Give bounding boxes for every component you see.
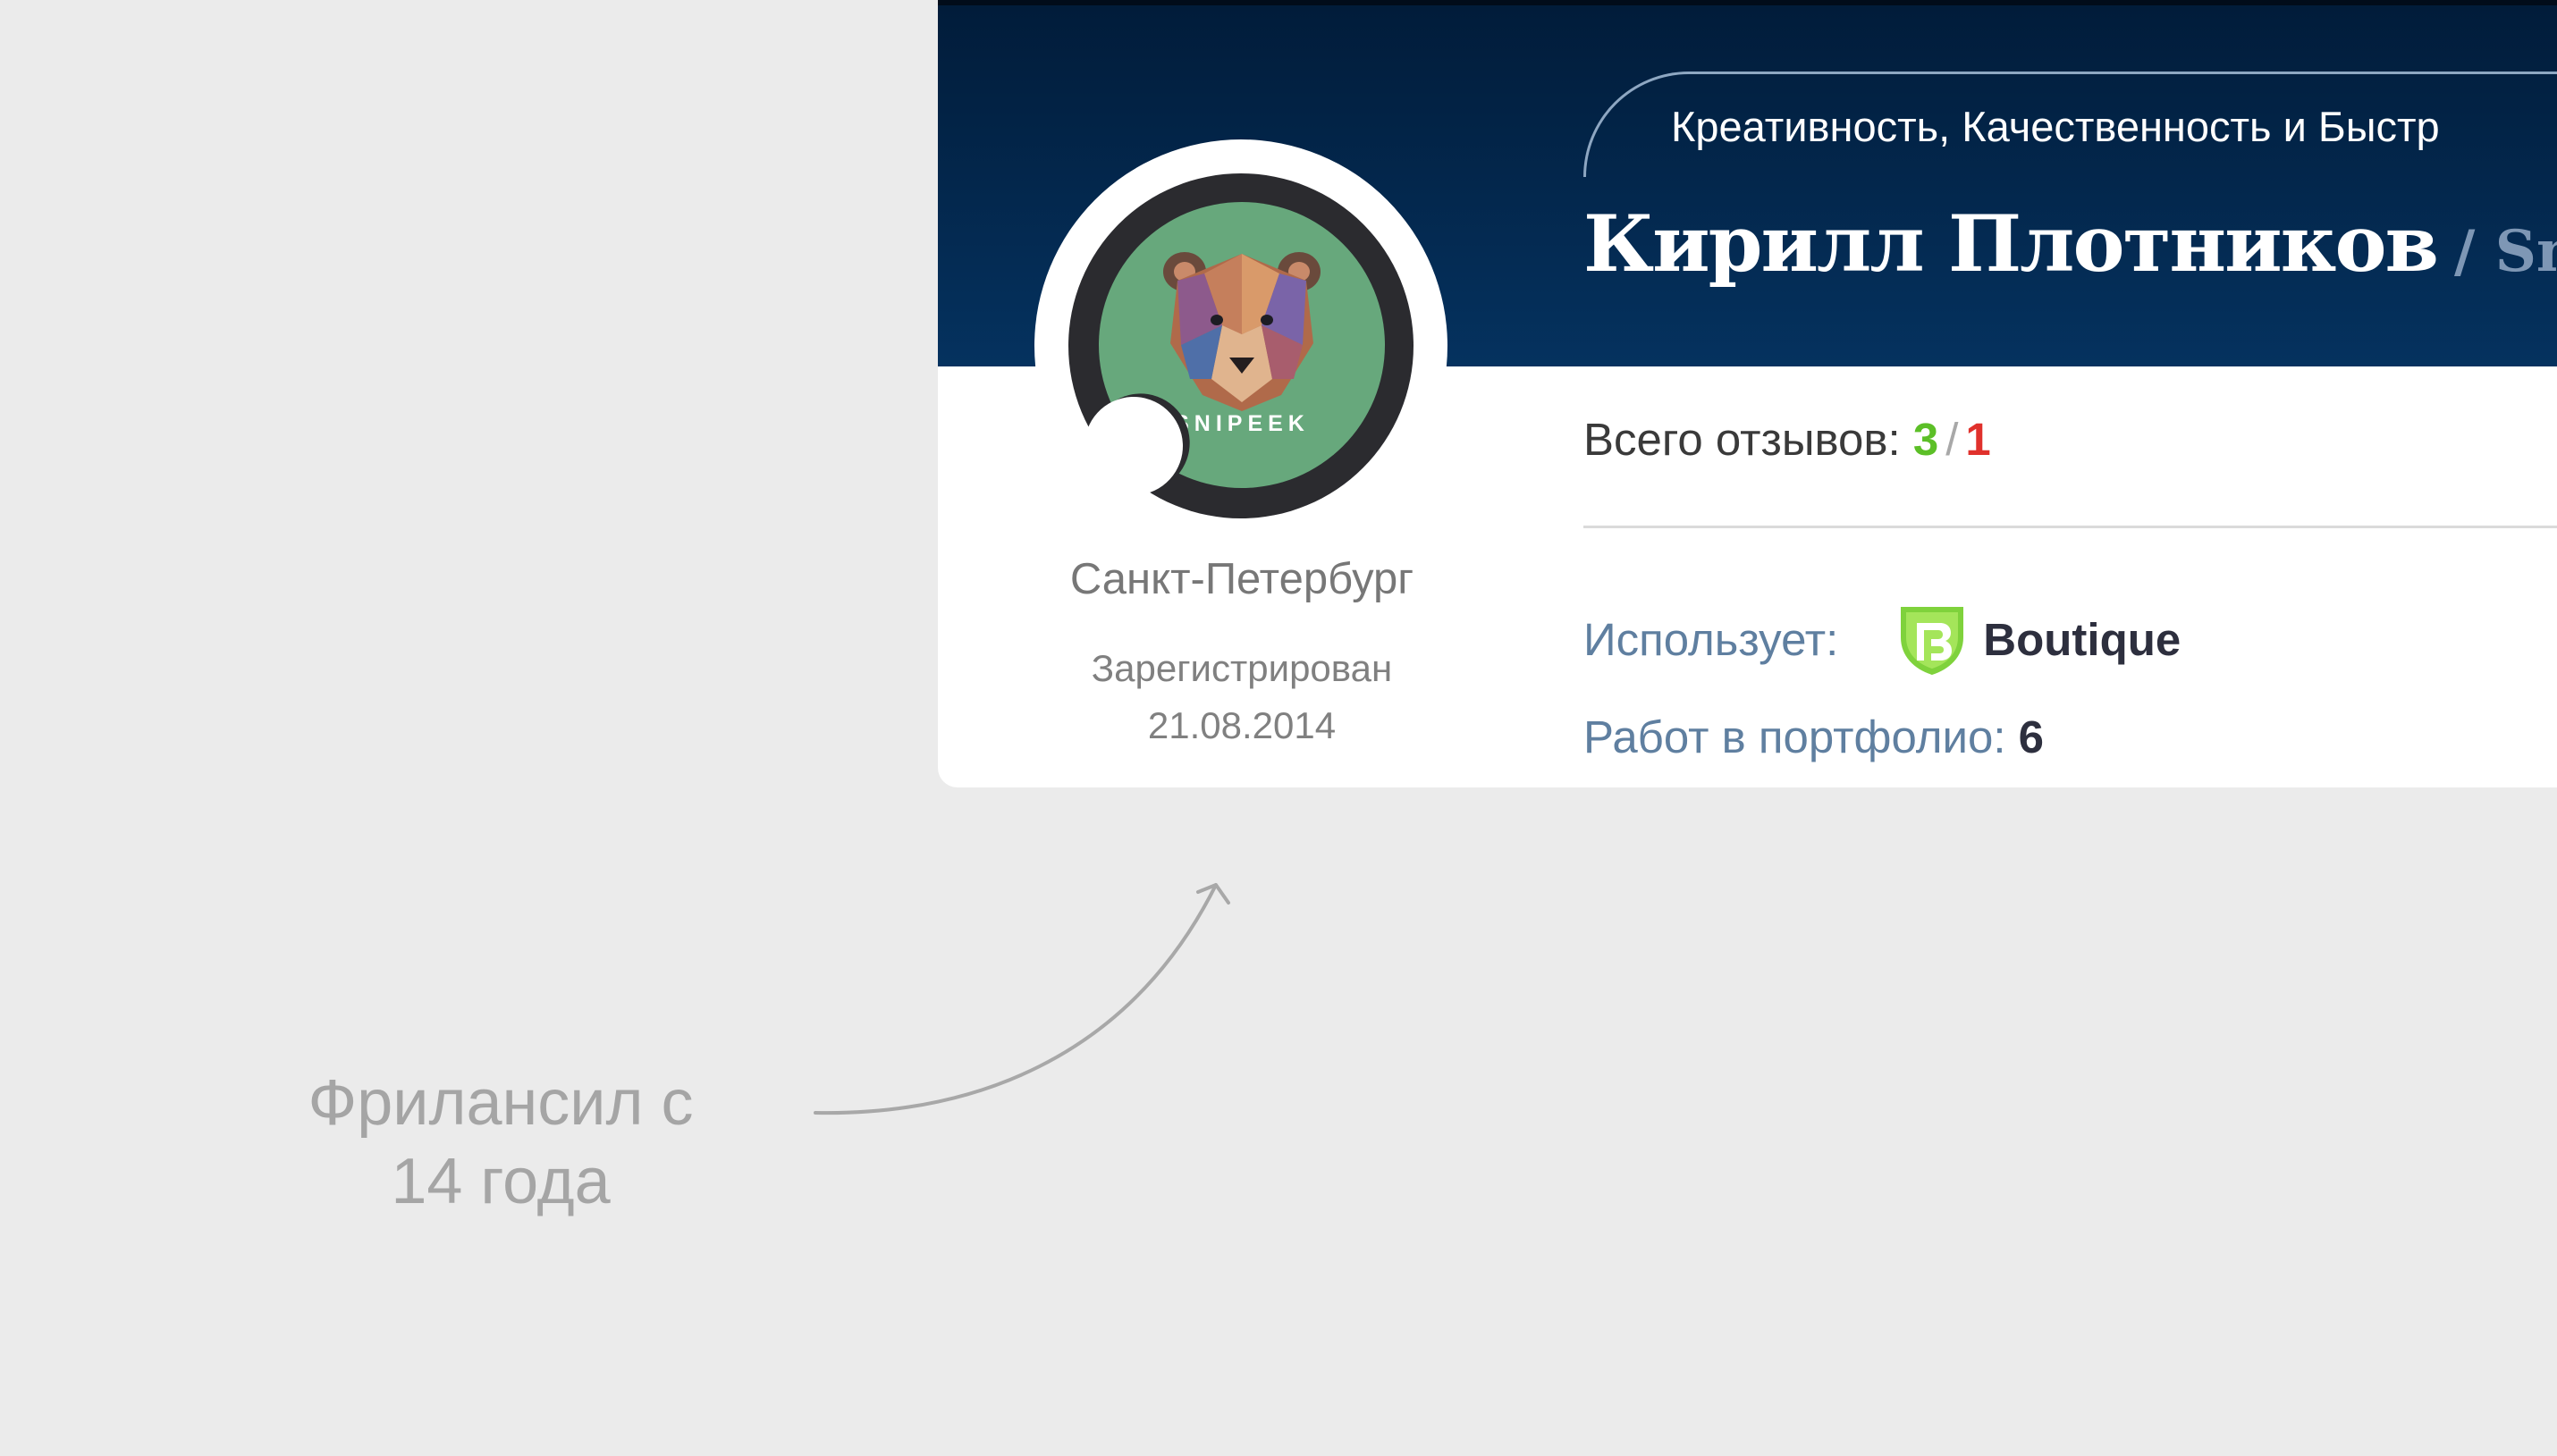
profile-registration: Зарегистрирован 21.08.2014: [938, 640, 1546, 754]
profile-city: Санкт-Петербург: [1069, 555, 1414, 603]
uses-row: Использует: Boutique: [1583, 601, 2181, 678]
uses-label: Использует:: [1583, 613, 1839, 665]
profile-name-row: Кирилл Плотников / Snip: [1583, 198, 2557, 305]
portfolio-label: Работ в портфолио:: [1583, 711, 2006, 762]
divider: [1583, 526, 2557, 528]
annotation-line-2: 14 года: [391, 1146, 611, 1217]
reviews-negative[interactable]: 1: [1965, 414, 1990, 465]
bear-icon: [1163, 252, 1321, 411]
registered-date: 21.08.2014: [1147, 704, 1337, 746]
annotation-arrow-icon: [814, 883, 1230, 1115]
avatar[interactable]: SNIPEEK: [1034, 139, 1447, 552]
reviews-positive[interactable]: 3: [1913, 414, 1938, 465]
uses-product[interactable]: Boutique: [1983, 613, 2181, 666]
registered-label: Зарегистрирован: [1091, 647, 1393, 689]
reviews-separator: /: [1945, 414, 1959, 465]
avatar-sticker: SNIPEEK: [1068, 173, 1414, 518]
profile-nickname: / Snip: [2454, 218, 2557, 285]
portfolio-row: Работ в портфолио: 6: [1583, 711, 2044, 763]
annotation-text: Фрилансил с 14 года: [232, 1064, 769, 1221]
reviews-label: Всего отзывов:: [1583, 414, 1901, 465]
profile-name[interactable]: Кирилл Плотников: [1583, 198, 2439, 290]
profile-card: Креативность, Качественность и Быстр Кир…: [938, 0, 2557, 787]
annotation-line-1: Фрилансил с: [308, 1067, 694, 1139]
boutique-shield-icon[interactable]: [1897, 602, 1967, 677]
profile-tagline: Креативность, Качественность и Быстр: [1583, 72, 2557, 177]
portfolio-count[interactable]: 6: [2019, 711, 2044, 762]
reviews-summary: Всего отзывов: 3/1: [1583, 413, 1991, 466]
